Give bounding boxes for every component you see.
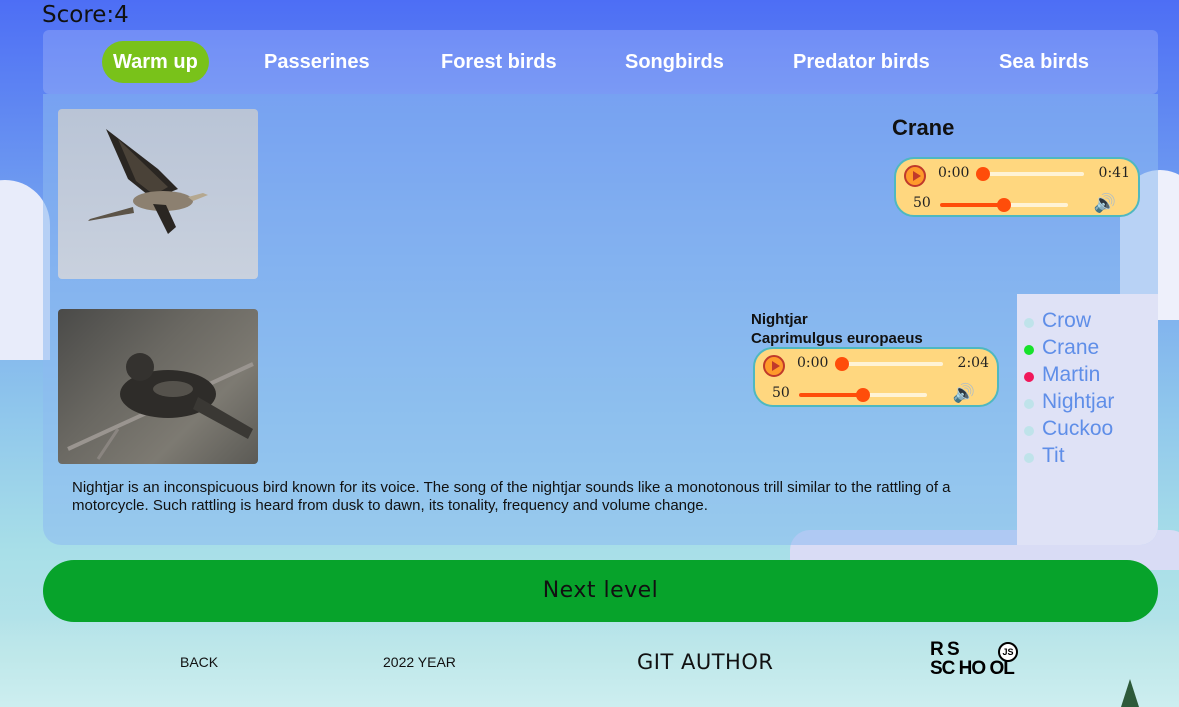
answer-nightjar[interactable]: Nightjar: [1024, 390, 1115, 414]
answer-martin[interactable]: Martin: [1024, 363, 1101, 387]
speaker-icon[interactable]: 🔊: [1094, 193, 1116, 214]
selected-audio-player: 0:00 2:04 50 🔊: [753, 347, 999, 407]
crane-silhouette-icon: [88, 129, 208, 234]
current-time: 0:00: [797, 355, 829, 371]
question-audio-player: 0:00 0:41 50 🔊: [894, 157, 1140, 217]
nightjar-silhouette-icon: [67, 353, 254, 460]
back-link[interactable]: BACK: [180, 654, 218, 670]
answer-cuckoo[interactable]: Cuckoo: [1024, 417, 1114, 441]
volume-handle[interactable]: [856, 388, 870, 402]
bird-description: Nightjar is an inconspicuous bird known …: [72, 479, 951, 514]
rs-school-logo[interactable]: R S SC HO OL JS: [930, 639, 1032, 681]
progress-slider[interactable]: [976, 167, 1084, 181]
answer-label: Tit: [1042, 444, 1065, 467]
tab-sea-birds[interactable]: Sea birds: [999, 41, 1089, 83]
answer-crane[interactable]: Crane: [1024, 336, 1100, 360]
volume-value: 50: [913, 195, 931, 211]
duration: 2:04: [957, 355, 989, 371]
answer-list: Crow Crane Martin Nightjar Cuckoo Tit: [1017, 294, 1158, 545]
progress-slider[interactable]: [835, 357, 943, 371]
logo-text-line2: SC HO OL: [930, 658, 1015, 679]
answer-label: Martin: [1042, 363, 1101, 386]
tab-passerines[interactable]: Passerines: [264, 41, 370, 83]
play-icon[interactable]: [904, 165, 926, 187]
volume-value: 50: [772, 385, 790, 401]
play-icon[interactable]: [763, 355, 785, 377]
answer-tit[interactable]: Tit: [1024, 444, 1065, 468]
js-badge-icon: JS: [998, 642, 1018, 662]
progress-handle[interactable]: [835, 357, 849, 371]
status-dot: [1024, 426, 1034, 436]
git-author-link[interactable]: GIT AUTHOR: [637, 650, 773, 674]
volume-slider[interactable]: [940, 198, 1068, 212]
speaker-icon[interactable]: 🔊: [953, 383, 975, 404]
crane-image: [58, 109, 258, 279]
answer-label: Crane: [1042, 336, 1100, 359]
score-display: Score:4: [42, 2, 129, 28]
game-panel: Crane 0:00 0:41 50 🔊 Nightjar Caprimulgu…: [43, 94, 1158, 545]
answer-label: Cuckoo: [1042, 417, 1114, 440]
category-nav: Warm up Passerines Forest birds Songbird…: [43, 30, 1158, 94]
status-dot: [1024, 372, 1034, 382]
volume-slider[interactable]: [799, 388, 927, 402]
current-time: 0:00: [938, 165, 970, 181]
question-bird-title: Crane: [892, 115, 955, 140]
selected-bird-common-name: Nightjar: [751, 311, 808, 328]
selected-bird-name: Nightjar Caprimulgus europaeus: [751, 310, 923, 348]
status-dot: [1024, 345, 1034, 355]
tab-forest-birds[interactable]: Forest birds: [441, 41, 557, 83]
progress-handle[interactable]: [976, 167, 990, 181]
tab-warm-up[interactable]: Warm up: [102, 41, 209, 83]
duration: 0:41: [1098, 165, 1130, 181]
status-dot: [1024, 399, 1034, 409]
background-tree: [1121, 679, 1139, 707]
answer-label: Nightjar: [1042, 390, 1115, 413]
volume-fill: [940, 203, 1004, 207]
answer-crow[interactable]: Crow: [1024, 309, 1092, 333]
volume-fill: [799, 393, 863, 397]
next-level-button[interactable]: Next level: [43, 560, 1158, 622]
volume-handle[interactable]: [997, 198, 1011, 212]
nightjar-image: [58, 309, 258, 464]
tab-songbirds[interactable]: Songbirds: [625, 41, 724, 83]
status-dot: [1024, 453, 1034, 463]
year-label: 2022 YEAR: [383, 654, 456, 670]
selected-bird-latin-name: Caprimulgus europaeus: [751, 330, 923, 347]
tab-predator-birds[interactable]: Predator birds: [793, 41, 930, 83]
answer-label: Crow: [1042, 309, 1092, 332]
status-dot: [1024, 318, 1034, 328]
